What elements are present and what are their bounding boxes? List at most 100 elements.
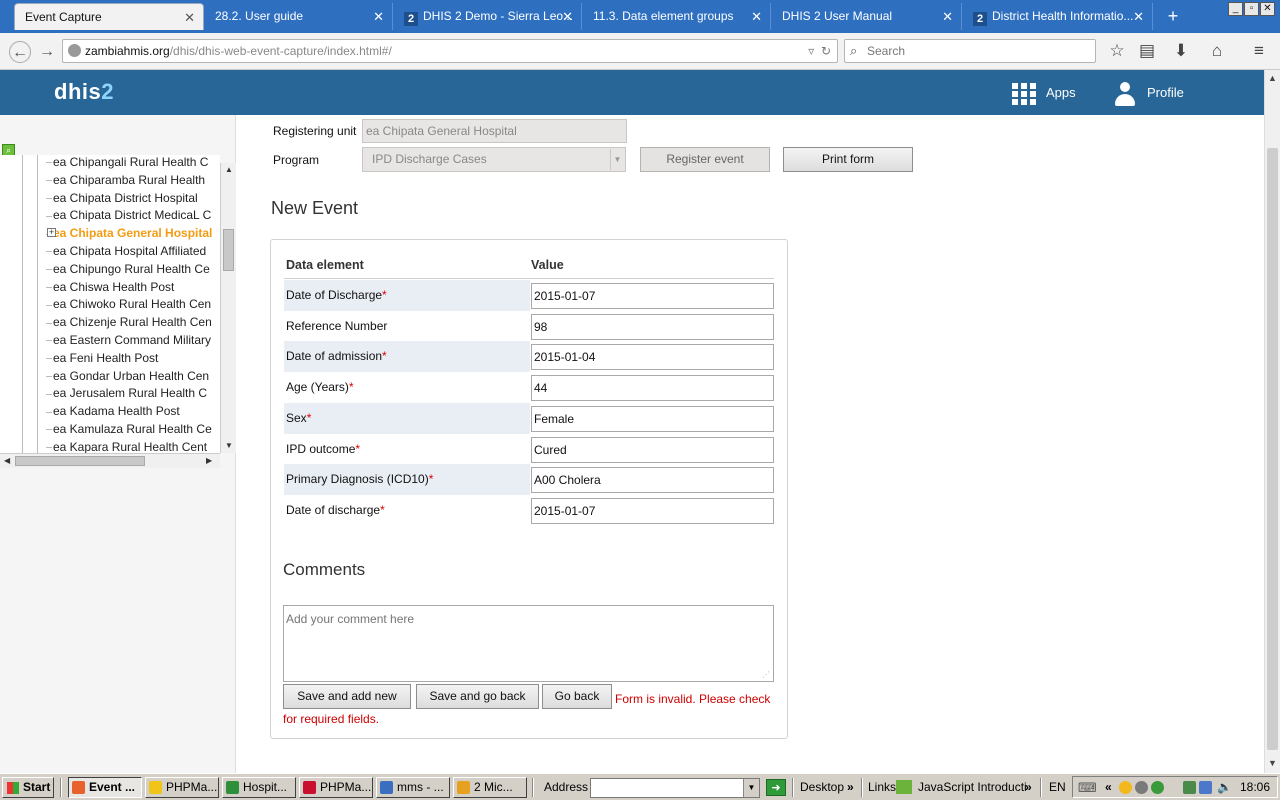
close-tab-icon[interactable]: ✕ (562, 3, 573, 30)
resize-handle-icon[interactable]: ⋰ (762, 670, 772, 680)
tree-item[interactable]: ea Kadama Health Post (46, 402, 180, 420)
browser-search-input[interactable]: ⌕ Search (844, 39, 1096, 63)
close-tab-icon[interactable]: ✕ (184, 4, 195, 30)
go-arrow-icon[interactable]: ➜ (766, 779, 786, 796)
network-icon[interactable] (1135, 781, 1148, 794)
scroll-up-icon[interactable]: ▲ (1268, 73, 1277, 83)
back-icon[interactable]: ← (9, 41, 31, 63)
close-tab-icon[interactable]: ✕ (942, 3, 953, 30)
tree-item[interactable]: ea Feni Health Post (46, 349, 158, 367)
data-value-input[interactable] (531, 375, 774, 402)
taskbar-window-button[interactable]: Hospit... (222, 777, 296, 798)
forward-icon[interactable]: → (36, 41, 58, 63)
print-form-button[interactable]: Print form (783, 147, 913, 172)
tree-item[interactable]: ea Chiparamba Rural Health (46, 171, 205, 189)
dropdown-icon[interactable]: ▿ (808, 44, 814, 58)
language-indicator[interactable]: EN (1049, 774, 1066, 801)
close-tab-icon[interactable]: ✕ (751, 3, 762, 30)
volume-icon[interactable]: 🔈 (1217, 774, 1232, 801)
data-value-input[interactable] (531, 436, 774, 463)
tab-data-element-groups[interactable]: 11.3. Data element groups ✕ (583, 3, 771, 30)
tree-item[interactable]: ea Gondar Urban Health Cen (46, 367, 209, 385)
data-value-input[interactable] (531, 344, 774, 371)
tree-item[interactable]: ea Chiswa Health Post (46, 278, 174, 296)
reading-list-icon[interactable]: ▤ (1136, 40, 1158, 62)
tree-item[interactable]: ea Chipangali Rural Health C (46, 155, 208, 171)
scrollbar-thumb[interactable] (15, 456, 145, 466)
tab-district-health[interactable]: 2 District Health Informatio... ✕ (963, 3, 1153, 30)
start-button[interactable]: Start (2, 777, 54, 798)
chevron-more-icon[interactable]: » (847, 774, 854, 801)
taskbar-window-button[interactable]: PHPMa... (299, 777, 373, 798)
download-icon[interactable]: ⬇ (1170, 40, 1192, 62)
tree-item[interactable]: ea Jerusalem Rural Health C (46, 384, 207, 402)
taskbar-window-button[interactable]: PHPMa... (145, 777, 219, 798)
expand-plus-icon[interactable]: + (47, 228, 56, 238)
home-icon[interactable]: ⌂ (1206, 40, 1228, 62)
taskbar-window-button[interactable]: mms - ... (376, 777, 450, 798)
address-input[interactable]: ▼ (590, 778, 760, 798)
tree-item[interactable]: ea Kapara Rural Health Cent (46, 438, 207, 453)
scrollbar-thumb[interactable] (223, 229, 234, 271)
page-scrollbar[interactable]: ▲ ▼ (1264, 70, 1280, 773)
new-tab-button[interactable]: + (1162, 3, 1184, 30)
reload-icon[interactable]: ↻ (821, 44, 831, 58)
links-label[interactable]: Links (868, 774, 896, 801)
tree-item-label: ea Kadama Health Post (53, 404, 180, 419)
dhis2-logo[interactable]: dhis2 (54, 79, 114, 105)
tree-item[interactable]: ea Chipata District Hospital (46, 189, 198, 207)
tree-item[interactable]: ea Chiwoko Rural Health Cen (46, 295, 211, 313)
keyboard-icon[interactable]: ⌨ (1078, 774, 1097, 801)
js-link[interactable]: JavaScript Introducti (896, 774, 1027, 801)
tab-dhis2-user-manual[interactable]: DHIS 2 User Manual ✕ (772, 3, 962, 30)
tab-user-guide[interactable]: 28.2. User guide ✕ (205, 3, 393, 30)
tree-item[interactable]: ea Eastern Command Military (46, 331, 211, 349)
tree-item[interactable]: ea Chipata Hospital Affiliated (46, 242, 206, 260)
data-value-input[interactable] (531, 467, 774, 494)
tree-vertical-scrollbar[interactable]: ▲ ▼ (220, 163, 236, 453)
scroll-down-icon[interactable]: ▼ (225, 441, 233, 450)
maximize-icon[interactable]: ▫ (1244, 2, 1259, 16)
data-value-input[interactable] (531, 283, 774, 309)
data-value-input[interactable] (531, 497, 774, 524)
desktop-label[interactable]: Desktop (800, 774, 844, 801)
profile-button[interactable]: Profile (1115, 70, 1184, 115)
tree-item[interactable]: ea Chizenje Rural Health Cen (46, 313, 212, 331)
chevron-down-icon[interactable]: ▼ (743, 779, 759, 797)
minimize-icon[interactable]: _ (1228, 2, 1243, 16)
data-value-input[interactable] (531, 313, 774, 340)
notification-icon[interactable] (1119, 781, 1132, 794)
close-window-icon[interactable]: ✕ (1260, 2, 1275, 16)
tab-dhis2-demo[interactable]: 2 DHIS 2 Demo - Sierra Leo... ✕ (394, 3, 582, 30)
scroll-down-icon[interactable]: ▼ (1268, 758, 1277, 768)
menu-icon[interactable]: ≡ (1248, 40, 1270, 62)
security-icon[interactable] (1151, 781, 1164, 794)
tree-item[interactable]: ea Chipungo Rural Health Ce (46, 260, 210, 278)
close-tab-icon[interactable]: ✕ (373, 3, 384, 30)
tab-event-capture[interactable]: Event Capture ✕ (14, 3, 204, 30)
bookmark-star-icon[interactable]: ☆ (1106, 40, 1128, 62)
tree-item-selected[interactable]: ea Chipata General Hospital (46, 224, 212, 242)
tree-connector (46, 411, 52, 413)
chevron-more-icon[interactable]: » (1025, 774, 1032, 801)
scroll-right-icon[interactable]: ▶ (206, 456, 212, 465)
clock[interactable]: 18:06 (1240, 774, 1270, 801)
close-tab-icon[interactable]: ✕ (1133, 3, 1144, 30)
battery-icon[interactable] (1183, 781, 1196, 794)
tree-item[interactable]: ea Kamulaza Rural Health Ce (46, 420, 212, 438)
required-asterisk: * (428, 472, 434, 487)
data-value-input[interactable] (531, 405, 774, 432)
tree-horizontal-scrollbar[interactable]: ◀ ▶ (0, 453, 220, 468)
scroll-up-icon[interactable]: ▲ (225, 165, 233, 174)
taskbar-window-button[interactable]: Event ... (68, 777, 142, 798)
tree-item[interactable]: ea Chipata District MedicaL C (46, 206, 211, 224)
url-bar[interactable]: zambiahmis.org/dhis/dhis-web-event-captu… (62, 39, 838, 63)
comment-textarea[interactable] (283, 605, 774, 682)
taskbar-window-button[interactable]: 2 Mic... (453, 777, 527, 798)
scroll-left-icon[interactable]: ◀ (4, 456, 10, 465)
scrollbar-thumb[interactable] (1267, 148, 1278, 750)
apps-button[interactable]: Apps (1012, 70, 1076, 115)
display-icon[interactable] (1199, 781, 1212, 794)
required-asterisk: * (355, 441, 361, 456)
expand-tray-icon[interactable]: « (1105, 774, 1112, 801)
